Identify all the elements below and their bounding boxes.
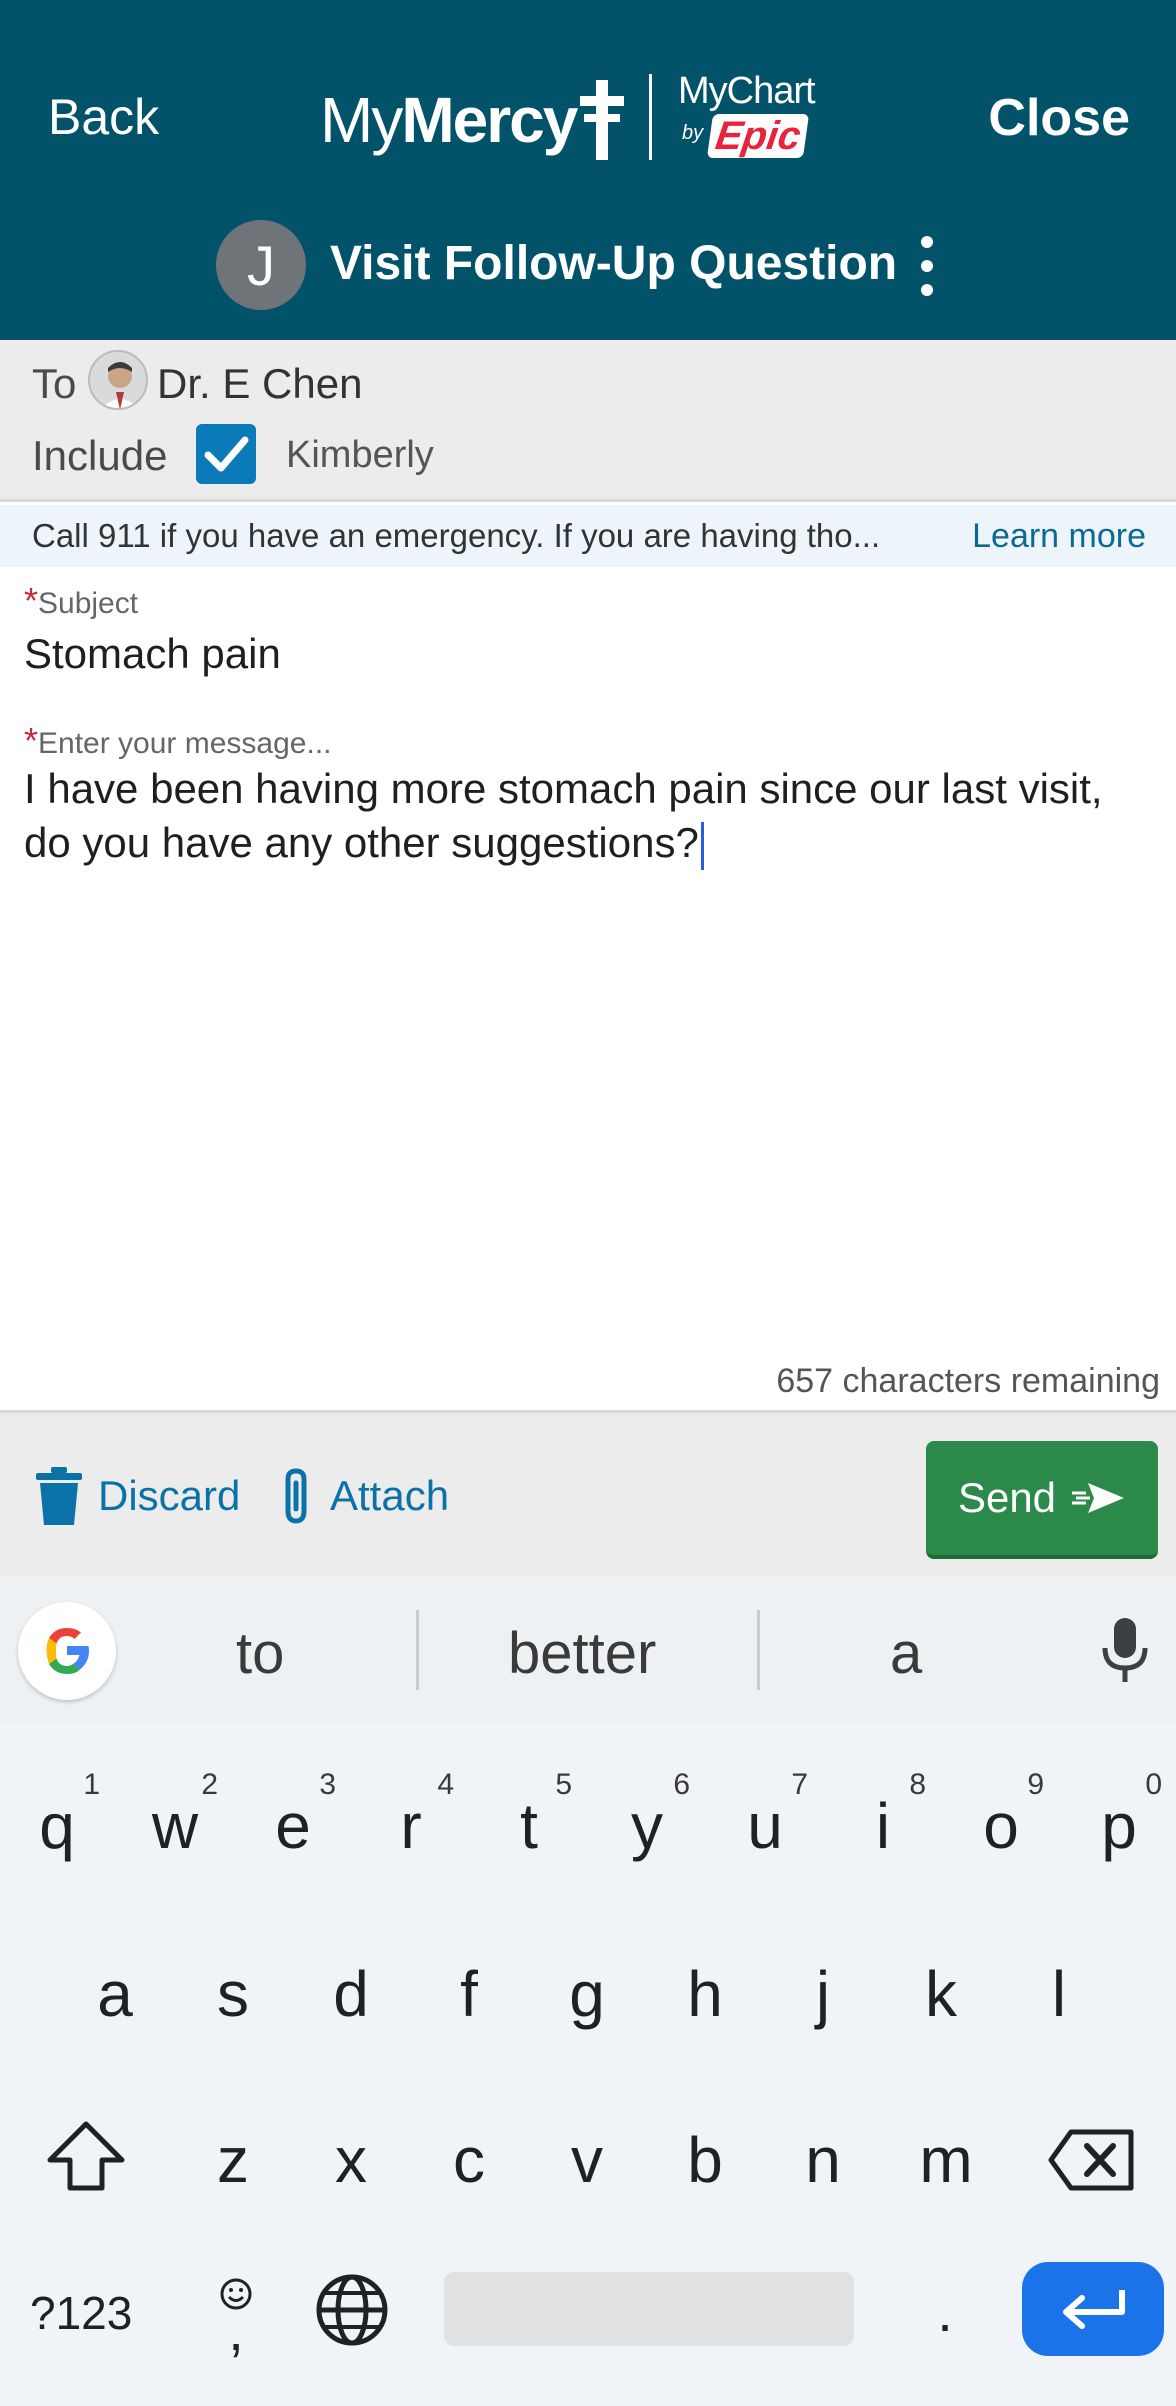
to-label: To bbox=[32, 360, 77, 407]
emoji-comma-key[interactable]: , bbox=[208, 2264, 264, 2364]
suggestion-2[interactable]: better bbox=[508, 1620, 656, 1687]
google-logo-icon bbox=[46, 1628, 89, 1674]
key-m[interactable]: m bbox=[904, 2110, 988, 2210]
key-n[interactable]: n bbox=[786, 2110, 860, 2210]
key-s[interactable]: s bbox=[196, 1944, 270, 2044]
key-a[interactable]: a bbox=[78, 1944, 152, 2044]
key-w[interactable]: w2 bbox=[138, 1768, 218, 1876]
doctor-photo-icon bbox=[90, 352, 146, 408]
key-p[interactable]: p0 bbox=[1082, 1768, 1162, 1876]
suggestion-divider bbox=[416, 1610, 419, 1690]
key-e[interactable]: e3 bbox=[256, 1768, 336, 1876]
mychart-logo: MyChart by Epic bbox=[678, 70, 816, 158]
shift-icon[interactable] bbox=[40, 2106, 132, 2206]
on-screen-keyboard: to better a q1 w2 e3 r4 t5 y6 u7 i8 o9 p… bbox=[0, 1576, 1176, 2406]
key-k[interactable]: k bbox=[904, 1944, 978, 2044]
key-c[interactable]: c bbox=[432, 2110, 506, 2210]
key-i[interactable]: i8 bbox=[846, 1768, 926, 1876]
discard-button[interactable]: Discard bbox=[36, 1467, 240, 1525]
attach-button[interactable]: Attach bbox=[280, 1467, 449, 1525]
key-v[interactable]: v bbox=[550, 2110, 624, 2210]
key-period[interactable]: . bbox=[920, 2266, 970, 2356]
key-z[interactable]: z bbox=[196, 2110, 270, 2210]
message-textarea[interactable]: I have been having more stomach pain sin… bbox=[24, 762, 1154, 870]
required-marker: * bbox=[24, 720, 39, 761]
avatar[interactable]: J bbox=[216, 220, 306, 310]
space-bar[interactable] bbox=[444, 2272, 854, 2346]
key-h[interactable]: h bbox=[668, 1944, 742, 2044]
key-q[interactable]: q1 bbox=[20, 1768, 100, 1876]
include-name: Kimberly bbox=[286, 434, 434, 476]
recipients-panel: To Dr. E Chen Include Kimberly bbox=[0, 340, 1176, 502]
doctor-avatar bbox=[88, 350, 148, 410]
title-row: J Visit Follow-Up Question bbox=[0, 218, 1176, 314]
more-options-icon[interactable] bbox=[912, 236, 942, 296]
key-y[interactable]: y6 bbox=[610, 1768, 690, 1876]
suggestion-bar: to better a bbox=[0, 1576, 1176, 1722]
enter-arrow-icon bbox=[1063, 2290, 1125, 2329]
back-button[interactable]: Back bbox=[48, 88, 159, 146]
key-j[interactable]: j bbox=[786, 1944, 860, 2044]
include-checkbox[interactable] bbox=[196, 424, 256, 484]
emergency-banner: Call 911 if you have an emergency. If yo… bbox=[0, 505, 1176, 567]
suggestion-3[interactable]: a bbox=[890, 1620, 922, 1687]
cross-icon bbox=[580, 80, 625, 160]
logo-divider bbox=[649, 74, 652, 160]
backspace-icon[interactable] bbox=[1044, 2110, 1138, 2210]
key-b[interactable]: b bbox=[668, 2110, 742, 2210]
key-g[interactable]: g bbox=[550, 1944, 624, 2044]
enter-key[interactable] bbox=[1022, 2262, 1164, 2356]
recipient-name[interactable]: Dr. E Chen bbox=[157, 360, 362, 408]
google-icon[interactable] bbox=[18, 1602, 116, 1700]
key-t[interactable]: t5 bbox=[492, 1768, 572, 1876]
required-marker: * bbox=[24, 580, 39, 621]
mymercy-logo: MyMercy bbox=[320, 80, 625, 160]
learn-more-link[interactable]: Learn more bbox=[972, 517, 1146, 556]
close-button[interactable]: Close bbox=[988, 88, 1130, 148]
paperclip-icon bbox=[285, 1468, 307, 1524]
suggestion-divider bbox=[757, 1610, 760, 1690]
characters-remaining: 657 characters remaining bbox=[776, 1362, 1160, 1400]
checkmark-icon bbox=[204, 436, 249, 472]
send-arrow-icon bbox=[1072, 1483, 1125, 1513]
app-header: Back MyMercy MyChart by Epic Close J Vis… bbox=[0, 0, 1176, 340]
key-f[interactable]: f bbox=[432, 1944, 506, 2044]
text-caret bbox=[700, 821, 704, 870]
symbols-key[interactable]: ?123 bbox=[30, 2286, 132, 2340]
microphone-icon[interactable] bbox=[1100, 1618, 1150, 1689]
page-title: Visit Follow-Up Question bbox=[330, 237, 898, 290]
trash-icon bbox=[36, 1467, 82, 1525]
globe-icon[interactable] bbox=[312, 2270, 392, 2350]
subject-input[interactable]: Stomach pain bbox=[24, 630, 1144, 678]
emergency-text: Call 911 if you have an emergency. If yo… bbox=[32, 517, 881, 554]
key-l[interactable]: l bbox=[1022, 1944, 1096, 2044]
include-label: Include bbox=[32, 432, 168, 479]
key-u[interactable]: u7 bbox=[728, 1768, 808, 1876]
key-x[interactable]: x bbox=[314, 2110, 388, 2210]
key-r[interactable]: r4 bbox=[374, 1768, 454, 1876]
send-button[interactable]: Send bbox=[926, 1441, 1158, 1559]
key-o[interactable]: o9 bbox=[964, 1768, 1044, 1876]
key-d[interactable]: d bbox=[314, 1944, 388, 2044]
action-bar: Discard Attach Send bbox=[0, 1410, 1176, 1576]
suggestion-1[interactable]: to bbox=[236, 1620, 284, 1687]
message-label: *Enter your message... bbox=[24, 720, 332, 761]
subject-label: *Subject bbox=[24, 580, 139, 621]
